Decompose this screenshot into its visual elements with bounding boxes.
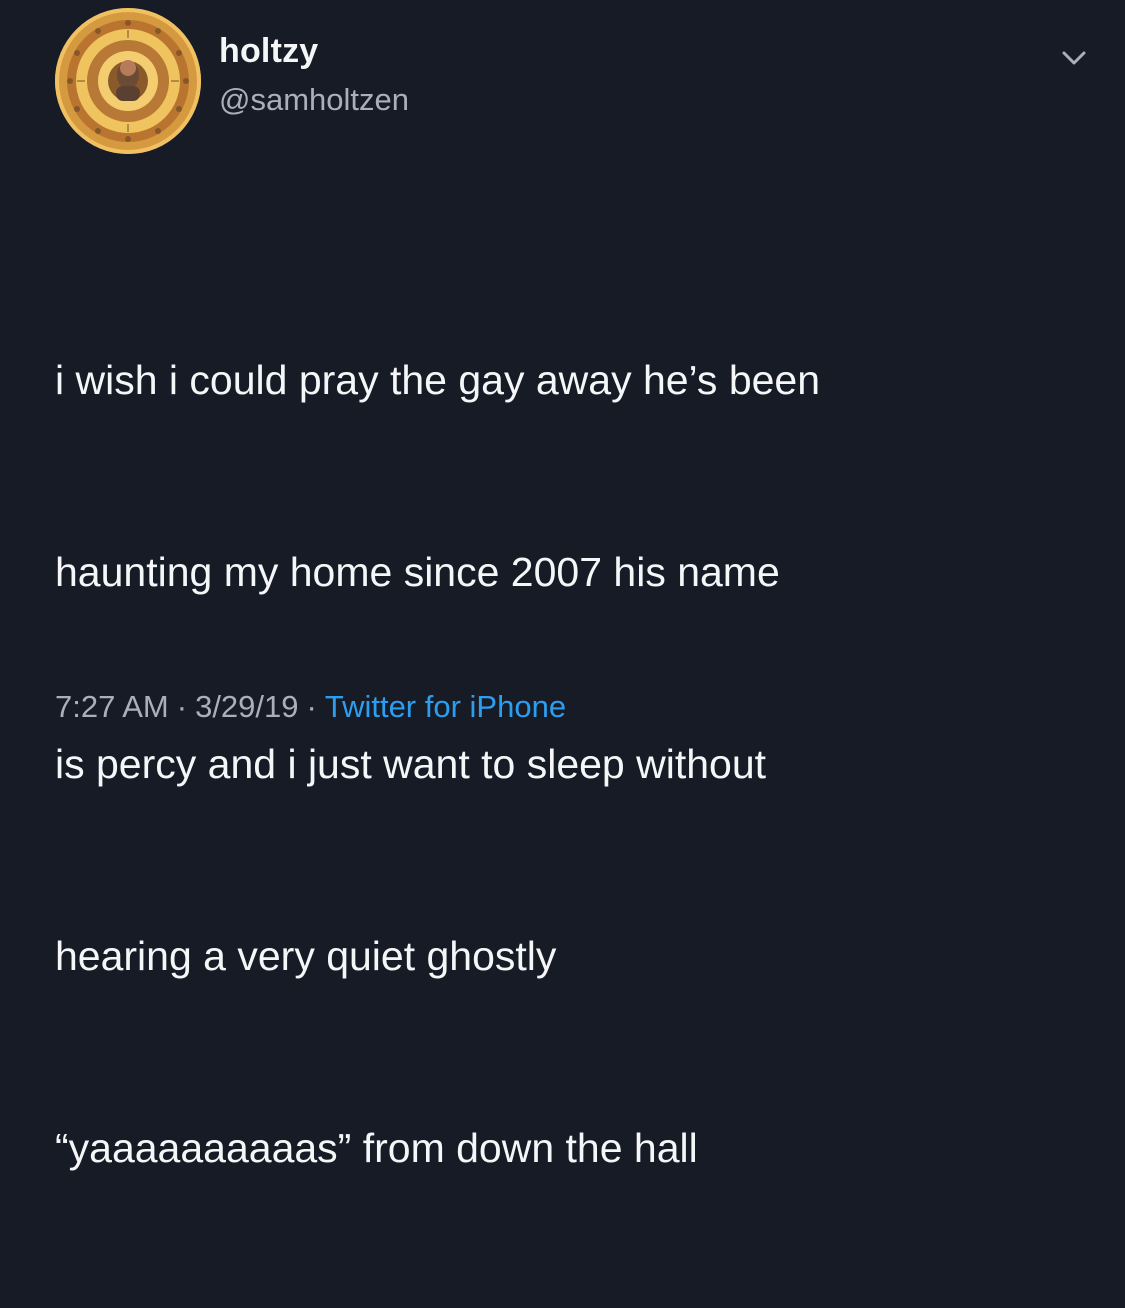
meta-separator: · xyxy=(306,689,317,724)
avatar-icon xyxy=(59,12,197,150)
tweet-date[interactable]: 3/29/19 xyxy=(195,689,298,724)
tweet-card: holtzy @samholtzen i wish i could pray t… xyxy=(0,0,1125,1171)
tweet-time[interactable]: 7:27 AM xyxy=(55,689,169,724)
handle[interactable]: @samholtzen xyxy=(219,84,409,115)
tweet-text: i wish i could pray the gay away he’s be… xyxy=(55,220,1085,1308)
meta-separator: · xyxy=(176,689,188,724)
tweet-meta: 7:27 AM · 3/29/19 · Twitter for iPhone xyxy=(55,691,566,722)
tweet-text-line: hearing a very quiet ghostly xyxy=(55,933,557,979)
tweet-text-line: i wish i could pray the gay away he’s be… xyxy=(55,357,821,403)
avatar[interactable] xyxy=(55,8,201,154)
display-name[interactable]: holtzy xyxy=(219,34,318,68)
tweet-text-line: “yaaaaaaaaaas” from down the hall xyxy=(55,1125,698,1171)
tweet-text-line: is percy and i just want to sleep withou… xyxy=(55,741,767,787)
chevron-down-icon[interactable] xyxy=(1058,42,1090,74)
tweet-source[interactable]: Twitter for iPhone xyxy=(325,689,566,724)
tweet-text-line: haunting my home since 2007 his name xyxy=(55,549,780,595)
